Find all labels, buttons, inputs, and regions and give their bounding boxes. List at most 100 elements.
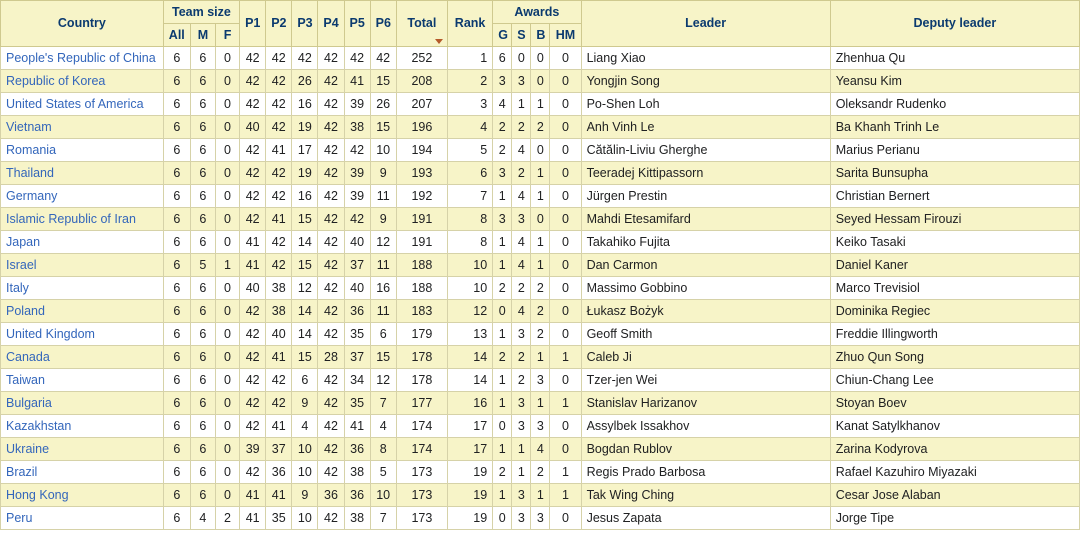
column-header-team-female[interactable]: F xyxy=(214,23,241,47)
column-header-p5[interactable]: P5 xyxy=(343,0,371,47)
cell-total: 194 xyxy=(395,138,448,162)
cell-total: 191 xyxy=(395,230,448,254)
table-row: Peru 6 4 2 41 35 10 42 38 7 173 19 0 3 3 0 Jesus Zapata J… xyxy=(0,506,1080,530)
country-link[interactable]: Canada xyxy=(6,350,50,364)
column-header-team-male[interactable]: M xyxy=(189,23,216,47)
country-link[interactable]: Islamic Republic of Iran xyxy=(6,212,136,226)
cell-p2: 42 xyxy=(265,69,293,93)
cell-country: Peru xyxy=(0,506,164,530)
cell-awards-silver: 4 xyxy=(511,230,532,254)
column-header-rank[interactable]: Rank xyxy=(446,0,494,47)
country-link[interactable]: United Kingdom xyxy=(6,327,95,341)
cell-deputy-leader: Zarina Kodyrova xyxy=(829,437,1080,461)
country-link[interactable]: Germany xyxy=(6,189,57,203)
country-link[interactable]: Israel xyxy=(6,258,37,272)
cell-p4: 42 xyxy=(317,506,345,530)
cell-p2: 42 xyxy=(265,184,293,208)
country-link[interactable]: Romania xyxy=(6,143,56,157)
cell-leader: Tak Wing Ching xyxy=(580,483,831,507)
table-row: Poland 6 6 0 42 38 14 42 36 11 183 12 0 4 2 0 Łukasz Boż… xyxy=(0,299,1080,323)
cell-p1: 42 xyxy=(239,69,267,93)
cell-total: 207 xyxy=(395,92,448,116)
country-link[interactable]: Kazakhstan xyxy=(6,419,71,433)
country-link[interactable]: Hong Kong xyxy=(6,488,69,502)
cell-p5: 36 xyxy=(343,483,371,507)
column-header-awards-honourable-mention[interactable]: HM xyxy=(549,23,582,47)
column-header-country[interactable]: Country xyxy=(0,0,164,47)
cell-p5: 41 xyxy=(343,69,371,93)
country-link[interactable]: Peru xyxy=(6,511,32,525)
column-header-p4[interactable]: P4 xyxy=(317,0,345,47)
cell-p4: 42 xyxy=(317,368,345,392)
cell-deputy-leader: Oleksandr Rudenko xyxy=(829,92,1080,116)
cell-total: 173 xyxy=(395,460,448,484)
table-row: Brazil 6 6 0 42 36 10 42 38 5 173 19 2 1 2 1 Regis Prado… xyxy=(0,460,1080,484)
cell-awards-bronze: 1 xyxy=(530,345,551,369)
cell-team-male: 6 xyxy=(189,46,216,70)
cell-p6: 4 xyxy=(369,414,397,438)
column-header-total[interactable]: Total xyxy=(395,0,448,47)
country-link[interactable]: Bulgaria xyxy=(6,396,52,410)
cell-p6: 9 xyxy=(369,207,397,231)
cell-rank: 17 xyxy=(446,414,494,438)
country-link[interactable]: Italy xyxy=(6,281,29,295)
cell-p4: 42 xyxy=(317,414,345,438)
cell-p3: 16 xyxy=(291,184,319,208)
column-header-leader[interactable]: Leader xyxy=(580,0,831,47)
cell-p6: 7 xyxy=(369,506,397,530)
cell-leader: Jesus Zapata xyxy=(580,506,831,530)
cell-team-all: 6 xyxy=(162,115,191,139)
country-link[interactable]: Ukraine xyxy=(6,442,49,456)
cell-awards-silver: 3 xyxy=(511,207,532,231)
cell-p1: 42 xyxy=(239,92,267,116)
cell-p2: 42 xyxy=(265,230,293,254)
cell-leader: Dan Carmon xyxy=(580,253,831,277)
column-header-awards-silver[interactable]: S xyxy=(511,23,532,47)
cell-p4: 42 xyxy=(317,299,345,323)
column-header-team-all[interactable]: All xyxy=(162,23,191,47)
cell-p3: 9 xyxy=(291,483,319,507)
country-link[interactable]: Brazil xyxy=(6,465,37,479)
cell-country: Bulgaria xyxy=(0,391,164,415)
cell-awards-bronze: 2 xyxy=(530,322,551,346)
country-link[interactable]: Vietnam xyxy=(6,120,52,134)
cell-total: 183 xyxy=(395,299,448,323)
cell-rank: 1 xyxy=(446,46,494,70)
cell-p6: 42 xyxy=(369,46,397,70)
cell-team-female: 0 xyxy=(214,368,241,392)
cell-leader: Cătălin-Liviu Gherghe xyxy=(580,138,831,162)
column-header-deputy-leader[interactable]: Deputy leader xyxy=(829,0,1080,47)
cell-awards-silver: 4 xyxy=(511,184,532,208)
country-link[interactable]: United States of America xyxy=(6,97,144,111)
cell-p4: 42 xyxy=(317,322,345,346)
country-link[interactable]: Republic of Korea xyxy=(6,74,105,88)
cell-team-female: 0 xyxy=(214,69,241,93)
cell-rank: 7 xyxy=(446,184,494,208)
cell-team-female: 0 xyxy=(214,414,241,438)
cell-deputy-leader: Seyed Hessam Firouzi xyxy=(829,207,1080,231)
country-link[interactable]: Poland xyxy=(6,304,45,318)
cell-p1: 41 xyxy=(239,253,267,277)
cell-p6: 6 xyxy=(369,322,397,346)
cell-team-female: 0 xyxy=(214,483,241,507)
cell-team-all: 6 xyxy=(162,368,191,392)
country-link[interactable]: Thailand xyxy=(6,166,54,180)
column-header-p1[interactable]: P1 xyxy=(239,0,267,47)
cell-team-all: 6 xyxy=(162,69,191,93)
column-header-p2[interactable]: P2 xyxy=(265,0,293,47)
table-row: United States of America 6 6 0 42 42 16 42 39 26 2… xyxy=(0,92,1080,116)
country-link[interactable]: People's Republic of China xyxy=(6,51,156,65)
column-header-p6[interactable]: P6 xyxy=(369,0,397,47)
country-link[interactable]: Japan xyxy=(6,235,40,249)
column-header-awards-gold[interactable]: G xyxy=(492,23,513,47)
cell-team-male: 6 xyxy=(189,184,216,208)
country-link[interactable]: Taiwan xyxy=(6,373,45,387)
column-header-awards-bronze[interactable]: B xyxy=(530,23,551,47)
cell-awards-silver: 1 xyxy=(511,437,532,461)
cell-p5: 40 xyxy=(343,230,371,254)
cell-p2: 42 xyxy=(265,253,293,277)
cell-awards-gold: 3 xyxy=(492,69,513,93)
cell-awards-bronze: 1 xyxy=(530,92,551,116)
column-header-p3[interactable]: P3 xyxy=(291,0,319,47)
cell-p2: 35 xyxy=(265,506,293,530)
